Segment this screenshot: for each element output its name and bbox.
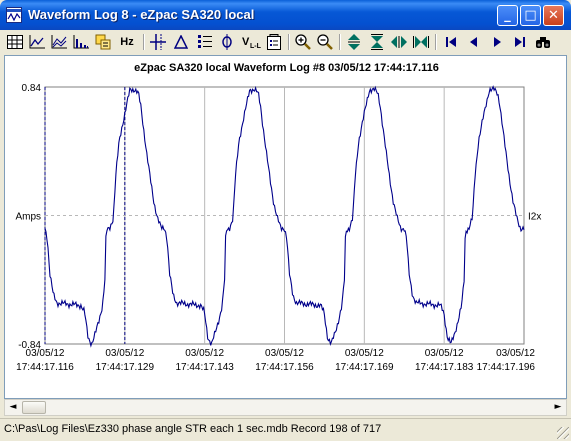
vll-icon[interactable]: V L-L bbox=[240, 33, 262, 51]
collapse-horizontal-icon[interactable] bbox=[412, 33, 430, 51]
x-tick-time: 17:44:17.143 bbox=[175, 362, 234, 373]
scroll-right-arrow-icon[interactable]: ► bbox=[551, 401, 565, 414]
x-tick-date: 03/05/12 bbox=[105, 348, 144, 359]
expand-horizontal-icon[interactable] bbox=[390, 33, 408, 51]
scroll-left-arrow-icon[interactable]: ◄ bbox=[6, 401, 20, 414]
x-tick-date: 03/05/12 bbox=[496, 348, 535, 359]
chart-panel[interactable]: eZpac SA320 local Waveform Log #8 03/05/… bbox=[4, 55, 567, 399]
zoom-out-icon[interactable] bbox=[316, 33, 334, 51]
resize-grip-icon[interactable] bbox=[557, 427, 569, 439]
line-chart-icon[interactable] bbox=[28, 33, 46, 51]
harmonics-icon[interactable] bbox=[94, 33, 112, 51]
maximize-icon: □ bbox=[524, 8, 537, 23]
app-window: Waveform Log 8 - eZpac SA320 local _ □ ✕… bbox=[0, 0, 571, 441]
zoom-in-icon[interactable] bbox=[294, 33, 312, 51]
collapse-vertical-icon[interactable] bbox=[368, 33, 386, 51]
y-axis-label: Amps bbox=[15, 212, 41, 223]
probe-icon[interactable] bbox=[218, 33, 236, 51]
hz-label: Hz bbox=[120, 36, 134, 48]
hz-icon[interactable]: Hz bbox=[116, 33, 138, 51]
minimize-icon: _ bbox=[504, 8, 511, 23]
multi-line-chart-icon[interactable] bbox=[50, 33, 68, 51]
title-bar[interactable]: Waveform Log 8 - eZpac SA320 local _ □ ✕ bbox=[0, 0, 571, 30]
x-tick-time: 17:44:17.169 bbox=[335, 362, 394, 373]
close-button[interactable]: ✕ bbox=[543, 5, 564, 26]
x-tick-date: 03/05/12 bbox=[345, 348, 384, 359]
first-record-icon[interactable] bbox=[442, 33, 460, 51]
app-icon bbox=[6, 7, 22, 23]
svg-text:L-L: L-L bbox=[250, 43, 261, 50]
window-title: Waveform Log 8 - eZpac SA320 local bbox=[28, 7, 255, 22]
status-text: C:\Pas\Log Files\Ez330 phase angle STR e… bbox=[4, 423, 382, 435]
x-tick-time: 17:44:17.116 bbox=[16, 362, 74, 373]
x-tick-time: 17:44:17.183 bbox=[415, 362, 474, 373]
close-icon: ✕ bbox=[548, 8, 559, 23]
last-record-icon[interactable] bbox=[511, 33, 529, 51]
table-icon[interactable] bbox=[6, 33, 24, 51]
horizontal-scrollbar[interactable]: ◄ ► bbox=[4, 399, 567, 416]
y-tick-max: 0.84 bbox=[22, 83, 42, 94]
minimize-button[interactable]: _ bbox=[497, 5, 518, 26]
toolbar: Hz V L-L bbox=[4, 31, 567, 54]
series-label: I2x bbox=[528, 212, 541, 223]
status-bar: C:\Pas\Log Files\Ez330 phase angle STR e… bbox=[0, 418, 571, 441]
x-tick-time: 17:44:17.196 bbox=[477, 362, 536, 373]
svg-text:V: V bbox=[242, 36, 250, 48]
x-tick-date: 03/05/12 bbox=[26, 348, 65, 359]
properties-icon[interactable] bbox=[265, 33, 283, 51]
cursor-icon[interactable] bbox=[149, 33, 167, 51]
x-tick-time: 17:44:17.129 bbox=[96, 362, 155, 373]
find-icon[interactable] bbox=[534, 33, 552, 51]
expand-vertical-icon[interactable] bbox=[345, 33, 363, 51]
waveform-chart[interactable]: 0.84Amps-0.84I2x03/05/1217:44:17.11603/0… bbox=[5, 56, 566, 398]
bar-chart-icon[interactable] bbox=[72, 33, 90, 51]
x-tick-date: 03/05/12 bbox=[185, 348, 224, 359]
next-record-icon[interactable] bbox=[488, 33, 506, 51]
x-tick-date: 03/05/12 bbox=[265, 348, 304, 359]
scroll-thumb[interactable] bbox=[22, 401, 46, 414]
x-tick-time: 17:44:17.156 bbox=[255, 362, 314, 373]
list-icon[interactable] bbox=[196, 33, 214, 51]
x-tick-date: 03/05/12 bbox=[425, 348, 464, 359]
delta-icon[interactable] bbox=[172, 33, 190, 51]
maximize-button[interactable]: □ bbox=[520, 5, 541, 26]
previous-record-icon[interactable] bbox=[465, 33, 483, 51]
